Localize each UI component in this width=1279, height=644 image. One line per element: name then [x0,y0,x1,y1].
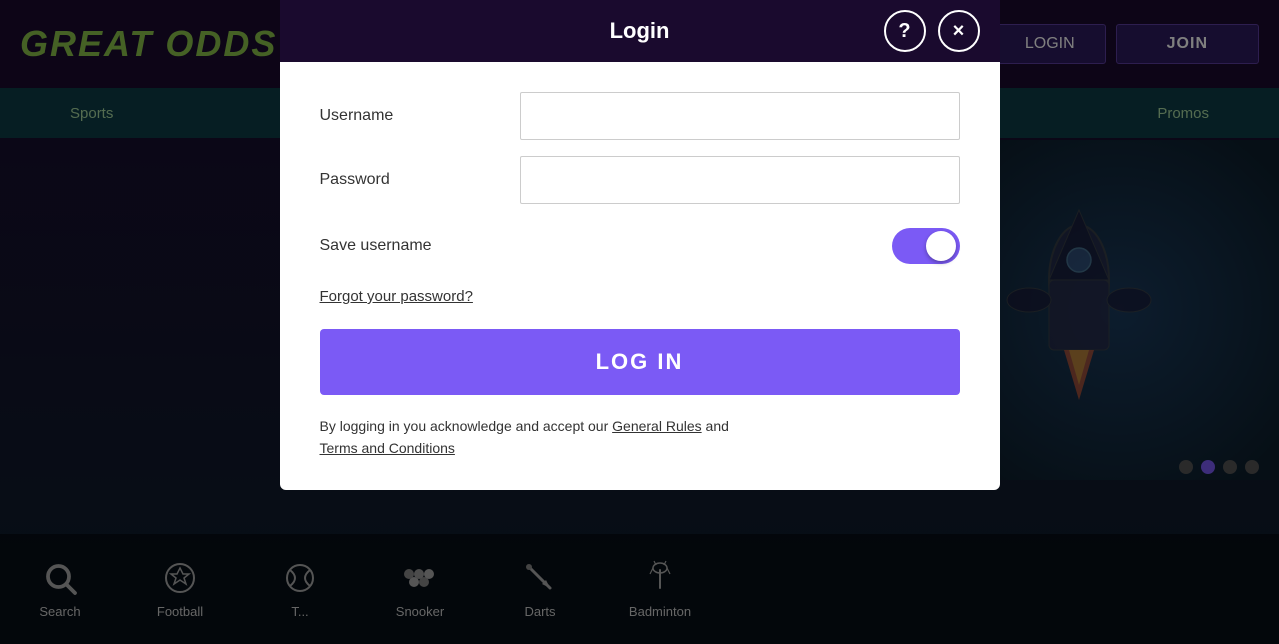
password-row: Password [320,156,960,204]
username-input[interactable] [520,92,960,140]
help-button[interactable]: ? [884,10,926,52]
login-modal: Login ? × Username Password [280,0,1000,490]
username-label: Username [320,107,520,125]
modal-header: Login ? × [280,0,1000,62]
modal-title: Login [610,18,670,44]
toggle-track [892,228,960,264]
username-row: Username [320,92,960,140]
save-username-toggle[interactable] [892,228,960,264]
terms-prefix: By logging in you acknowledge and accept… [320,418,609,434]
save-username-row: Save username [320,228,960,264]
modal-header-icons: ? × [884,10,980,52]
forgot-password-link[interactable]: Forgot your password? [320,288,960,305]
toggle-thumb [926,231,956,261]
general-rules-link[interactable]: General Rules [612,418,702,434]
save-username-label: Save username [320,237,892,255]
modal-overlay: Login ? × Username Password [0,0,1279,644]
password-input[interactable] [520,156,960,204]
terms-text: By logging in you acknowledge and accept… [320,415,960,460]
log-in-button[interactable]: LOG IN [320,329,960,395]
terms-conditions-link[interactable]: Terms and Conditions [320,440,455,456]
terms-and: and [706,418,729,434]
password-label: Password [320,171,520,189]
close-button[interactable]: × [938,10,980,52]
modal-body: Username Password Save username Forgot y… [280,62,1000,490]
